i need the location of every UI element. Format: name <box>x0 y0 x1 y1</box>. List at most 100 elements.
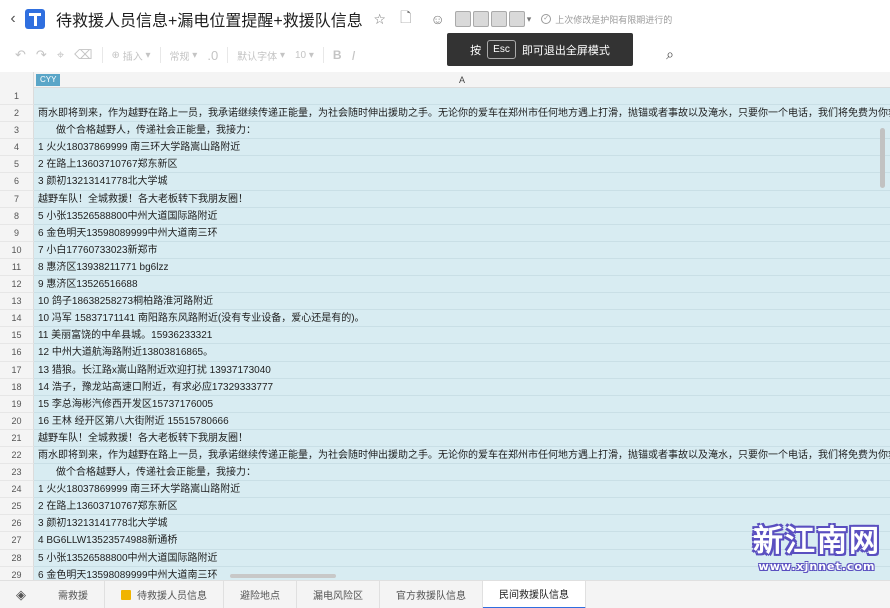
sheet-list-icon[interactable]: ◈ <box>0 587 42 603</box>
cell-a[interactable]: 13 猎狼。长江路x嵩山路附近欢迎打扰 13937173040 <box>34 361 890 379</box>
clear-format-icon[interactable]: ⌫ <box>69 44 97 66</box>
save-status: ✓ 上次修改是护阳有限期进行的 <box>541 13 672 26</box>
sheet-tab[interactable]: 需救援 <box>42 580 105 608</box>
row-number[interactable]: 28 <box>0 549 34 567</box>
row-number[interactable]: 27 <box>0 532 34 550</box>
back-icon[interactable]: ‹ <box>4 10 22 28</box>
cell-a[interactable]: 3 颜初13213141778北大学城 <box>34 173 890 191</box>
cell-a[interactable]: 2 在路上13603710767郑东新区 <box>34 498 890 516</box>
file-info-icon[interactable]: 🗋 <box>397 9 415 28</box>
row-number[interactable]: 22 <box>0 446 34 465</box>
row-number[interactable]: 16 <box>0 344 34 362</box>
star-icon[interactable]: ☆ <box>371 10 389 28</box>
document-title[interactable]: 待救援人员信息+漏电位置提醒+救援队信息 <box>56 7 363 31</box>
row-number[interactable]: 9 <box>0 224 34 242</box>
row-number[interactable]: 13 <box>0 293 34 311</box>
cell-a[interactable]: 15 李总海彬汽修西开发区15737176005 <box>34 395 890 413</box>
cell-a[interactable]: 8 惠济区13938211771 bg6lzz <box>34 258 890 277</box>
table-row: 11 8 惠济区13938211771 bg6lzz <box>0 258 890 277</box>
toolbar: ↶ ↷ ⌖ ⌫ ⊕ 插入 ▾ 常规 ▾ .0 默认字体 ▾ 10 ▾ B I ⌕ <box>0 38 890 72</box>
table-row: 52 在路上13603710767郑东新区 <box>0 156 890 174</box>
cell-a[interactable]: 越野车队！全城救援！各大老板转下我朋友圈！ <box>34 429 890 447</box>
horizontal-scrollbar[interactable] <box>230 574 336 578</box>
row-number[interactable]: 6 <box>0 173 34 191</box>
table-row: 13 10 鸽子18638258273桐柏路淮河路附近 <box>0 293 890 311</box>
cell-a[interactable] <box>34 88 890 106</box>
format-painter-icon[interactable]: ⌖ <box>52 44 69 66</box>
toast-prefix: 按 <box>470 44 482 57</box>
column-header-a[interactable]: A <box>34 72 890 88</box>
cell-a[interactable]: 10 冯军 15837171141 南阳路东风路附近(没有专业设备，爱心还是有的… <box>34 310 890 328</box>
cell-a[interactable]: 16 王林 经开区第八大街附近 15515780666 <box>34 412 890 430</box>
row-number[interactable]: 4 <box>0 139 34 157</box>
cell-a[interactable]: 10 鸽子18638258273桐柏路淮河路附近 <box>34 293 890 311</box>
row-number[interactable]: 17 <box>0 361 34 379</box>
insert-button[interactable]: ⊕ 插入 ▾ <box>107 44 156 66</box>
row-number[interactable]: 12 <box>0 276 34 294</box>
row-number[interactable]: 8 <box>0 207 34 225</box>
sheet-tab[interactable]: 避险地点 <box>224 580 297 608</box>
collaborator-icon[interactable]: ☺ <box>429 10 447 28</box>
cell-a[interactable]: 2 在路上13603710767郑东新区 <box>34 156 890 174</box>
font-size-select[interactable]: 10 ▾ <box>290 44 319 66</box>
cell-a[interactable]: 9 惠济区13526516688 <box>34 276 890 294</box>
row-number[interactable]: 15 <box>0 327 34 345</box>
sheet-tab[interactable]: 官方救援队信息 <box>380 580 483 608</box>
row-number[interactable]: 23 <box>0 464 34 482</box>
vertical-scrollbar[interactable] <box>880 128 885 188</box>
undo-icon[interactable]: ↶ <box>10 44 31 66</box>
row-number[interactable]: 21 <box>0 429 34 447</box>
row-number[interactable]: 14 <box>0 310 34 328</box>
decimal-icon[interactable]: .0 <box>202 44 223 66</box>
title-bar: ‹ 待救援人员信息+漏电位置提醒+救援队信息 ☆ 🗋 ☺ ▾ ✓ 上次修改是护阳… <box>0 0 890 38</box>
bold-button[interactable]: B <box>328 44 347 66</box>
row-number[interactable]: 10 <box>0 241 34 259</box>
search-icon[interactable]: ⌕ <box>660 44 680 64</box>
table-row: 2 雨水即将到来，作为越野在路上一员，我承诺继续传递正能量，为社会随时伸出援助之手… <box>0 105 890 123</box>
row-number[interactable]: 19 <box>0 395 34 413</box>
row-number[interactable]: 24 <box>0 481 34 499</box>
redo-icon[interactable]: ↷ <box>31 44 52 66</box>
row-number[interactable]: 7 <box>0 190 34 208</box>
avatar[interactable] <box>454 11 471 27</box>
font-family-select[interactable]: 默认字体 ▾ <box>232 44 290 66</box>
avatar[interactable] <box>508 11 525 27</box>
chevron-down-icon[interactable]: ▾ <box>527 14 532 25</box>
cell-a[interactable]: 12 中州大道航海路附近13803816865。 <box>34 344 890 362</box>
select-all-corner[interactable] <box>0 72 34 88</box>
cell-a[interactable]: 做个合格越野人，传递社会正能量，我接力： <box>34 122 890 140</box>
row-number[interactable]: 3 <box>0 122 34 140</box>
cell-a[interactable]: 14 浩子，豫龙站高速口附近，有求必应17329333777 <box>34 378 890 396</box>
cell-a[interactable]: 雨水即将到来，作为越野在路上一员，我承诺继续传递正能量，为社会随时伸出援助之手。… <box>34 105 890 123</box>
row-number[interactable]: 1 <box>0 88 34 106</box>
sheet-tab[interactable]: 漏电风险区 <box>297 580 380 608</box>
table-row: 20 16 王林 经开区第八大街附近 15515780666 <box>0 412 890 430</box>
row-number[interactable]: 26 <box>0 515 34 533</box>
insert-label: 插入 <box>122 51 143 63</box>
row-number[interactable]: 2 <box>0 105 34 123</box>
cell-a[interactable]: 7 小白17760733023新郑市 <box>34 241 890 259</box>
avatar[interactable] <box>490 11 507 27</box>
cell-a[interactable]: 5 小张13526588800中州大道国际路附近 <box>34 207 890 225</box>
sheet-tab[interactable]: 待救援人员信息 <box>105 580 224 608</box>
cell-a[interactable]: 1 火火18037869999 南三环大学路嵩山路附近 <box>34 139 890 157</box>
cell-a[interactable]: 越野车队！全城救援！各大老板转下我朋友圈！ <box>34 190 890 208</box>
row-number[interactable]: 20 <box>0 412 34 430</box>
row-number[interactable]: 11 <box>0 258 34 277</box>
spreadsheet-grid[interactable]: A CYY 1 2 雨水即将到来，作为越野在路上一员，我承诺继续传递正能量，为社会随… <box>0 72 890 580</box>
italic-icon[interactable]: I <box>347 44 361 66</box>
row-number[interactable]: 25 <box>0 498 34 516</box>
cell-a[interactable]: 6 金色明天13598089999中州大道南三环 <box>34 224 890 242</box>
row-number[interactable]: 18 <box>0 378 34 396</box>
cell-a[interactable]: 做个合格越野人，传递社会正能量，我接力： <box>34 464 890 482</box>
collaborator-avatars[interactable] <box>454 11 525 27</box>
sheet-tab[interactable]: 民间救援队信息 <box>483 580 586 608</box>
collaborator-cursor-tag: CYY <box>36 74 61 86</box>
cell-a[interactable]: 雨水即将到来，作为越野在路上一员，我承诺继续传递正能量，为社会随时伸出援助之手。… <box>34 446 890 465</box>
row-number[interactable]: 5 <box>0 156 34 174</box>
number-format-select[interactable]: 常规 ▾ <box>165 44 203 66</box>
cell-a[interactable]: 11 美丽富饶的中牟县城。15936233321 <box>34 327 890 345</box>
cell-a[interactable]: 1 火火18037869999 南三环大学路嵩山路附近 <box>34 481 890 499</box>
row-number[interactable]: 29 <box>0 566 34 580</box>
avatar[interactable] <box>472 11 489 27</box>
